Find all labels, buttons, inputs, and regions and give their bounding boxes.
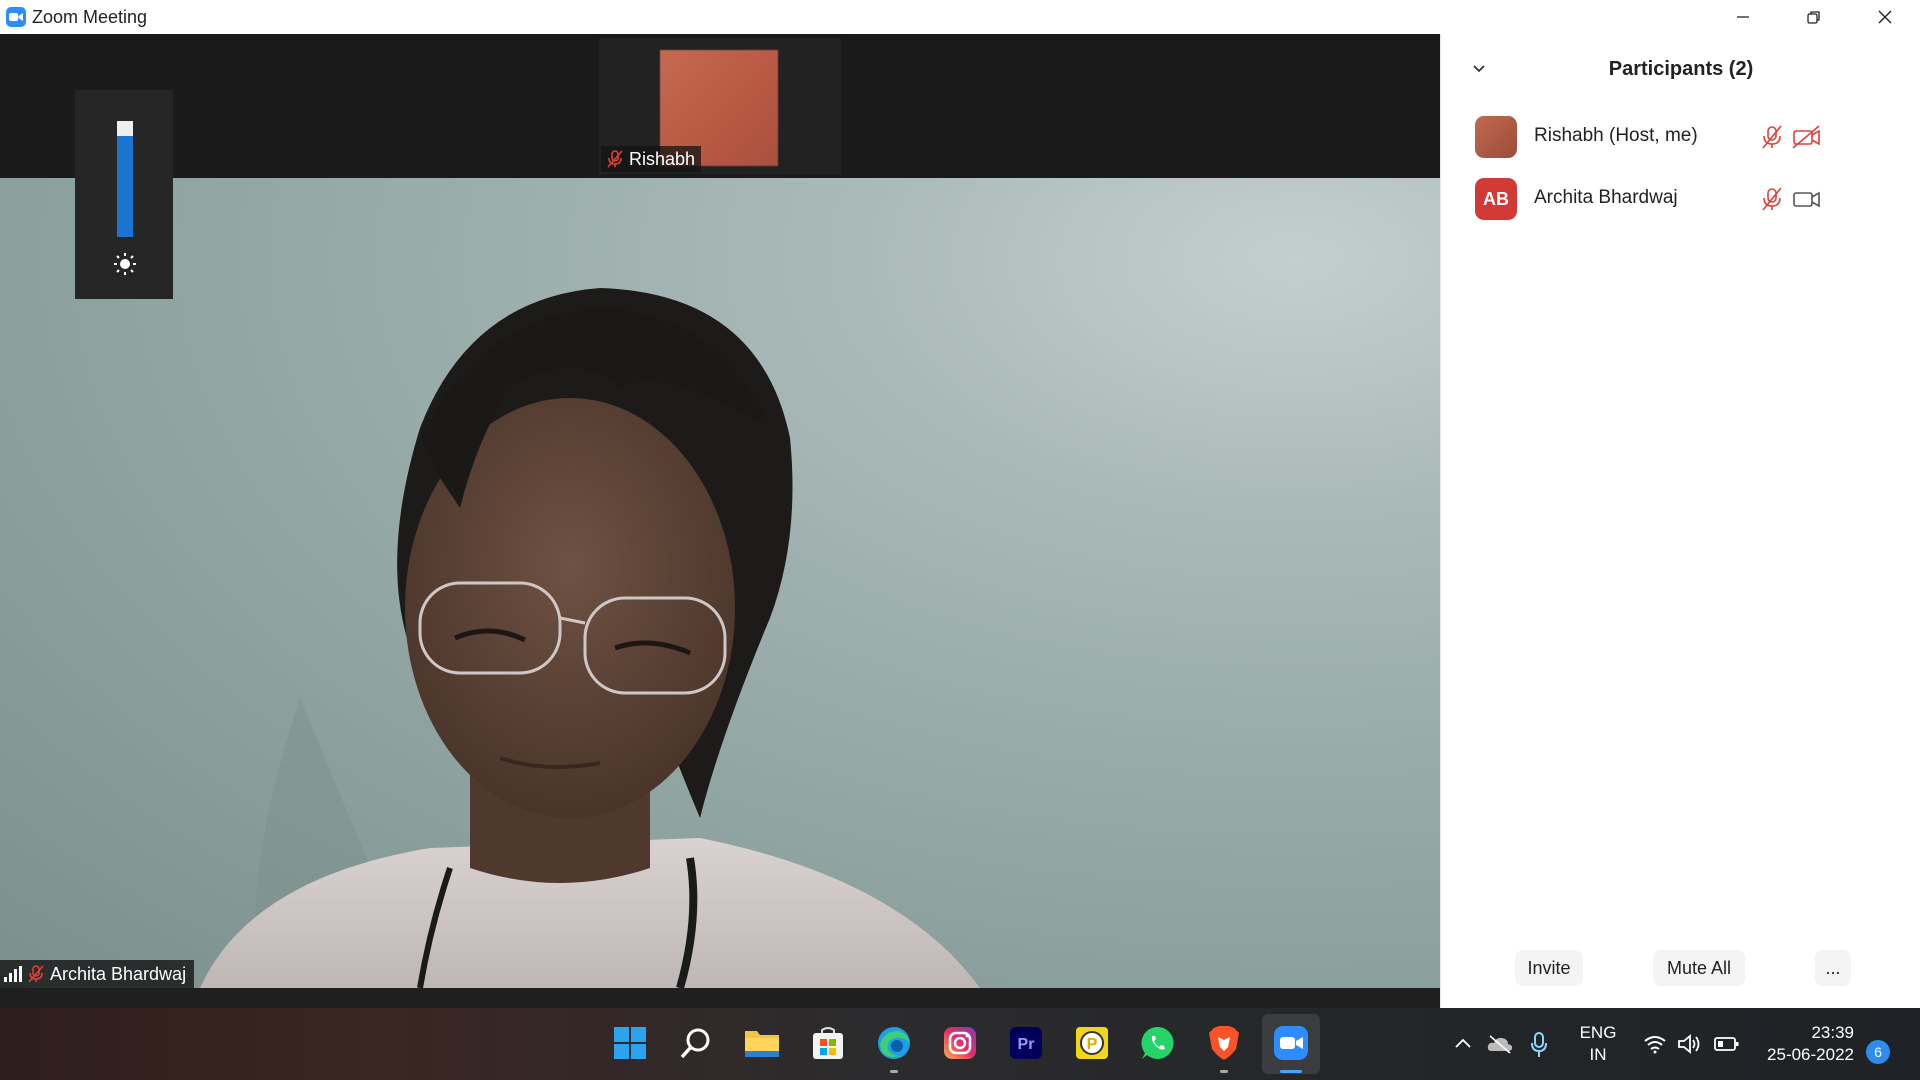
onedrive-offline-icon[interactable]	[1486, 1034, 1514, 1054]
brightness-icon	[114, 253, 136, 275]
video-off-icon[interactable]	[1791, 124, 1821, 150]
participant-thumbnail[interactable]: Rishabh	[599, 38, 841, 174]
instagram-icon[interactable]	[940, 1023, 980, 1063]
signal-strength-icon	[4, 966, 22, 982]
main-video-feed[interactable]: Archita Bhardwaj	[0, 178, 1440, 988]
volume-icon[interactable]	[1677, 1034, 1703, 1054]
battery-icon[interactable]	[1714, 1036, 1740, 1052]
svg-text:P: P	[1087, 1036, 1098, 1053]
main-participant-name: Archita Bhardwaj	[50, 963, 187, 984]
brightness-slider-track[interactable]	[117, 121, 133, 237]
taskbar: Pr P ENG IN 23:39 25-06-2022 6	[0, 1008, 1920, 1080]
app-active-indicator	[1280, 1070, 1302, 1073]
app-running-indicator	[1220, 1070, 1228, 1073]
whatsapp-icon[interactable]	[1138, 1023, 1178, 1063]
participants-header: Participants (2)	[1441, 34, 1920, 102]
mic-muted-icon	[607, 150, 623, 168]
participant-row[interactable]: AB Archita Bhardwaj	[1441, 168, 1920, 228]
participant-row[interactable]: Rishabh (Host, me)	[1441, 106, 1920, 166]
language-code: ENG	[1579, 1023, 1617, 1042]
clock-date: 25-06-2022	[1767, 1045, 1854, 1064]
microphone-icon[interactable]	[1530, 1032, 1548, 1058]
participants-footer: Invite Mute All ...	[1441, 950, 1920, 990]
mute-all-button[interactable]: Mute All	[1653, 950, 1745, 986]
zoom-app-icon[interactable]	[1271, 1023, 1311, 1073]
brightness-slider-handle[interactable]	[117, 121, 133, 136]
main-video-name-tag: Archita Bhardwaj	[0, 960, 195, 988]
thumbnail-strip: Rishabh	[0, 34, 1440, 178]
participants-title: Participants (2)	[1608, 58, 1754, 80]
participants-panel: Participants (2) Rishabh (Host, me) AB A…	[1440, 34, 1920, 1008]
search-icon[interactable]	[676, 1023, 716, 1063]
participant-name: Archita Bhardwaj	[1534, 187, 1678, 208]
more-options-button[interactable]: ...	[1815, 950, 1851, 986]
mic-muted-icon[interactable]	[1759, 186, 1785, 212]
window-title: Zoom Meeting	[32, 6, 148, 27]
notification-badge[interactable]: 6	[1866, 1040, 1890, 1064]
restore-button[interactable]	[1778, 0, 1849, 34]
mic-muted-icon[interactable]	[1759, 124, 1785, 150]
minimize-button[interactable]	[1707, 0, 1778, 34]
title-bar: Zoom Meeting	[0, 0, 1440, 34]
svg-text:Pr: Pr	[1018, 1036, 1035, 1053]
close-icon	[1878, 10, 1891, 24]
windows-start-icon[interactable]	[610, 1023, 650, 1063]
minimize-icon	[1736, 16, 1749, 18]
clock[interactable]: 23:39 25-06-2022	[1758, 1022, 1854, 1066]
video-on-icon[interactable]	[1791, 186, 1821, 212]
brave-browser-icon[interactable]	[1204, 1023, 1244, 1073]
region-code: IN	[1589, 1045, 1607, 1064]
thumbnail-participant-name: Rishabh	[629, 148, 696, 169]
avatar: AB	[1475, 178, 1517, 220]
brightness-control[interactable]	[75, 90, 173, 299]
edge-browser-icon[interactable]	[874, 1023, 914, 1073]
mic-muted-icon	[28, 965, 44, 983]
invite-button[interactable]: Invite	[1515, 950, 1583, 986]
close-button[interactable]	[1849, 0, 1920, 34]
premiere-pro-icon[interactable]: Pr	[1006, 1023, 1046, 1063]
zoom-logo-icon	[6, 7, 26, 27]
thumbnail-name-tag: Rishabh	[601, 146, 702, 172]
wifi-icon[interactable]	[1643, 1034, 1667, 1054]
app-running-indicator	[890, 1070, 898, 1073]
clock-time: 23:39	[1811, 1023, 1854, 1042]
file-explorer-icon[interactable]	[742, 1023, 782, 1063]
language-indicator[interactable]: ENG IN	[1576, 1022, 1620, 1066]
microsoft-store-icon[interactable]	[808, 1023, 848, 1063]
avatar	[1475, 116, 1517, 158]
pdf-reader-icon[interactable]: P	[1072, 1023, 1112, 1063]
participant-name: Rishabh (Host, me)	[1534, 125, 1698, 146]
restore-icon	[1806, 11, 1820, 24]
window-controls	[1440, 0, 1920, 34]
participant-video-image	[200, 288, 980, 988]
show-hidden-icons-chevron-icon[interactable]	[1454, 1036, 1472, 1052]
video-area: Rishabh Archita Bhardwaj	[0, 34, 1440, 988]
